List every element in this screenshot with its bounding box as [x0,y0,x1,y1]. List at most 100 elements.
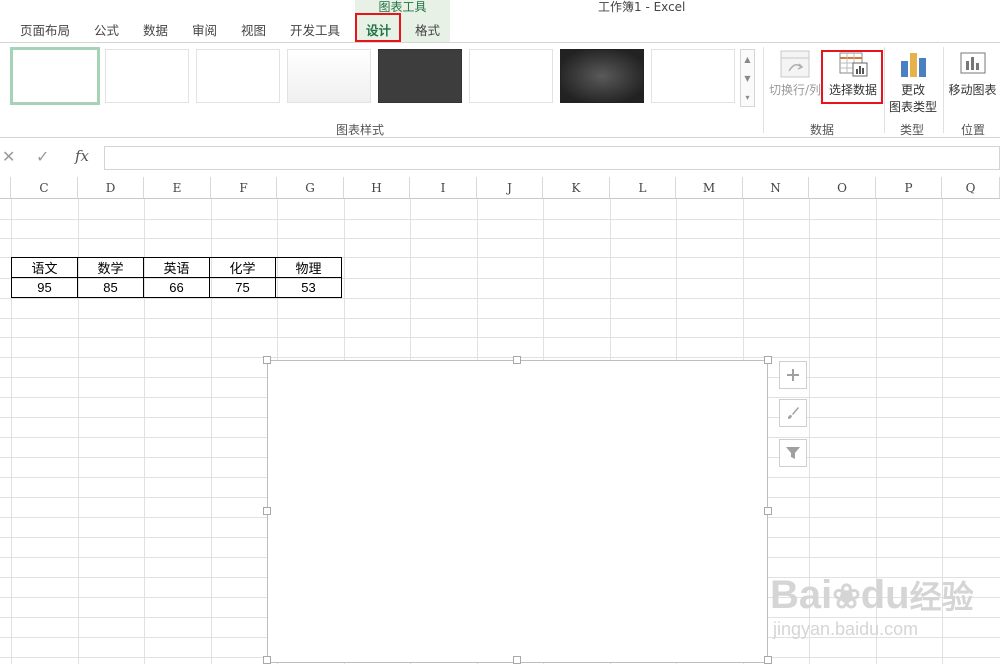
grid-line [0,318,1000,319]
resize-handle-bottom-left[interactable] [263,656,271,664]
column-header-k[interactable]: K [543,177,610,199]
type-group-label: 类型 [900,123,925,137]
chart-styles-gallery [8,47,746,109]
move-chart-button[interactable]: 移动图表 [945,49,1000,115]
group-divider [943,47,944,133]
chart-style-4[interactable] [287,49,371,103]
gallery-up-icon[interactable]: ▲ [741,50,754,69]
resize-handle-bottom[interactable] [513,656,521,664]
insert-function-icon[interactable]: fx [75,147,89,165]
table-row: 语文 数学 英语 化学 物理 [11,257,342,278]
brush-icon [788,407,799,419]
column-header-p[interactable]: P [876,177,942,199]
table-value-cell[interactable]: 53 [275,277,342,298]
tab-data[interactable]: 数据 [143,20,168,39]
resize-handle-bottom-right[interactable] [764,656,772,664]
tab-format[interactable]: 格式 [415,20,440,39]
move-chart-icon [960,52,985,74]
location-group-label: 位置 [961,123,986,137]
ribbon: ▲ ▼ ▾ 图表样式 切换行/列 选择数据 数据 更改 图表类型 类型 移动图表… [0,42,1000,138]
baidu-watermark-logo: Bai❀du经验 [770,572,974,618]
table-header-cell[interactable]: 英语 [143,257,210,278]
watermark-brand: Bai [770,573,833,617]
chart-style-8[interactable] [651,49,735,103]
resize-handle-right[interactable] [764,507,772,515]
design-tab-highlight-box [355,13,401,42]
resize-handle-top-left[interactable] [263,356,271,364]
column-header-m[interactable]: M [676,177,743,199]
tab-developer[interactable]: 开发工具 [290,20,340,39]
grid-line [0,337,1000,338]
chart-styles-brush-icon[interactable] [779,399,807,427]
formula-bar: ✕ ✓ fx [0,139,1000,177]
tab-formulas[interactable]: 公式 [94,20,119,39]
column-header-g[interactable]: G [277,177,344,199]
column-header-i[interactable]: I [410,177,477,199]
table-value-cell[interactable]: 85 [77,277,144,298]
move-chart-label: 移动图表 [948,83,997,97]
chart-filter-funnel-icon[interactable] [779,439,807,467]
table-value-cell[interactable]: 75 [209,277,276,298]
switch-row-column-icon [780,50,810,78]
table-row: 95 85 66 75 53 [11,277,342,298]
empty-chart-area[interactable] [267,360,768,663]
chart-style-7[interactable] [560,49,644,103]
gallery-more-icon[interactable]: ▾ [741,88,754,107]
column-header-d[interactable]: D [78,177,144,199]
chart-style-5[interactable] [378,49,462,103]
select-data-highlight-box [821,50,883,104]
data-group-label: 数据 [810,123,835,137]
tab-review[interactable]: 审阅 [192,20,217,39]
column-header-partial[interactable] [0,177,11,199]
table-header-cell[interactable]: 数学 [77,257,144,278]
change-chart-type-button[interactable]: 更改 图表类型 [886,49,940,115]
worksheet-grid[interactable]: C D E F G H I J K L M N O P Q 语文 数学 英语 化… [0,177,1000,664]
chart-style-3[interactable] [196,49,280,103]
column-header-f[interactable]: F [211,177,277,199]
title-and-tab-bar: 图表工具 工作簿1 - Excel 页面布局 公式 数据 审阅 视图 开发工具 … [0,0,1000,42]
column-header-l[interactable]: L [610,177,676,199]
score-table: 语文 数学 英语 化学 物理 95 85 66 75 53 [11,257,342,298]
tab-page-layout[interactable]: 页面布局 [20,20,70,39]
paw-icon: ❀ [832,578,861,616]
gallery-scrollbar[interactable]: ▲ ▼ ▾ [740,49,755,107]
table-value-cell[interactable]: 66 [143,277,210,298]
group-divider [763,47,764,133]
chart-style-1[interactable] [10,47,100,105]
watermark-brand-2: du [860,573,910,617]
formula-input[interactable] [104,146,1000,170]
group-divider [884,47,885,133]
column-header-o[interactable]: O [809,177,876,199]
plus-icon [787,369,799,381]
watermark-url: jingyan.baidu.com [773,619,919,639]
column-header-h[interactable]: H [344,177,410,199]
change-chart-type-label-line2: 图表类型 [888,100,937,114]
switch-row-column-button[interactable]: 切换行/列 [766,49,824,115]
enter-icon[interactable]: ✓ [36,147,49,166]
column-header-j[interactable]: J [477,177,543,199]
switch-row-column-label: 切换行/列 [768,83,822,97]
chart-style-2[interactable] [105,49,189,103]
cancel-icon[interactable]: ✕ [2,147,15,166]
column-header-q[interactable]: Q [942,177,1000,199]
change-chart-type-icon [901,53,926,77]
table-value-cell[interactable]: 95 [11,277,78,298]
resize-handle-top-right[interactable] [764,356,772,364]
column-header-n[interactable]: N [743,177,809,199]
column-header-c[interactable]: C [11,177,78,199]
resize-handle-left[interactable] [263,507,271,515]
chart-style-6[interactable] [469,49,553,103]
grid-line [0,219,1000,220]
table-header-cell[interactable]: 化学 [209,257,276,278]
column-header-e[interactable]: E [144,177,211,199]
table-header-cell[interactable]: 语文 [11,257,78,278]
table-header-cell[interactable]: 物理 [275,257,342,278]
watermark-brand-cn: 经验 [909,578,974,616]
grid-line [0,357,1000,358]
tab-view[interactable]: 视图 [241,20,266,39]
chart-elements-plus-icon[interactable] [779,361,807,389]
gallery-down-icon[interactable]: ▼ [741,69,754,88]
resize-handle-top[interactable] [513,356,521,364]
chart-styles-group-label: 图表样式 [336,123,385,137]
window-title: 工作簿1 - Excel [598,0,686,14]
